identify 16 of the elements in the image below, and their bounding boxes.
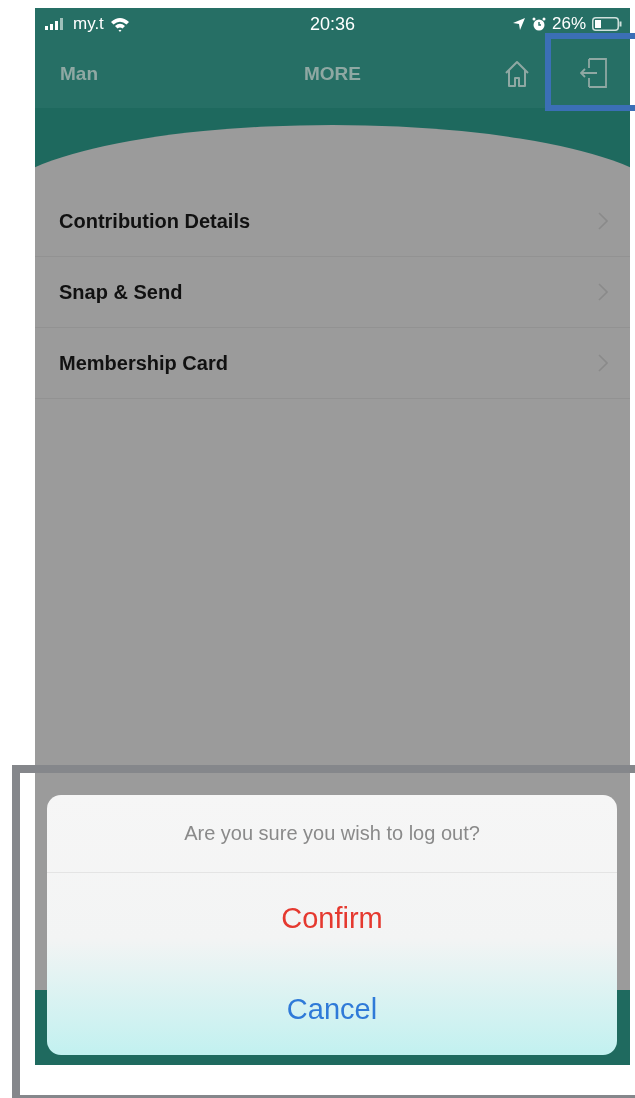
confirm-button[interactable]: Confirm	[47, 873, 617, 964]
alarm-icon	[531, 17, 546, 31]
carrier-name: my.t	[73, 14, 104, 34]
menu-item[interactable]: Membership Card	[35, 328, 630, 399]
dialog-message: Are you sure you wish to log out?	[47, 795, 617, 873]
home-icon[interactable]	[504, 60, 530, 88]
clock-time: 20:36	[310, 13, 355, 35]
cancel-button[interactable]: Cancel	[47, 964, 617, 1055]
battery-icon	[592, 17, 622, 31]
battery-percent: 26%	[551, 14, 586, 34]
menu-item[interactable]: Snap & Send	[35, 257, 630, 328]
location-icon	[511, 17, 526, 31]
screen-title: MORE	[304, 63, 361, 85]
wifi-icon	[109, 16, 130, 32]
menu-item[interactable]: Contribution Details	[35, 186, 630, 257]
logout-icon[interactable]	[580, 58, 608, 90]
